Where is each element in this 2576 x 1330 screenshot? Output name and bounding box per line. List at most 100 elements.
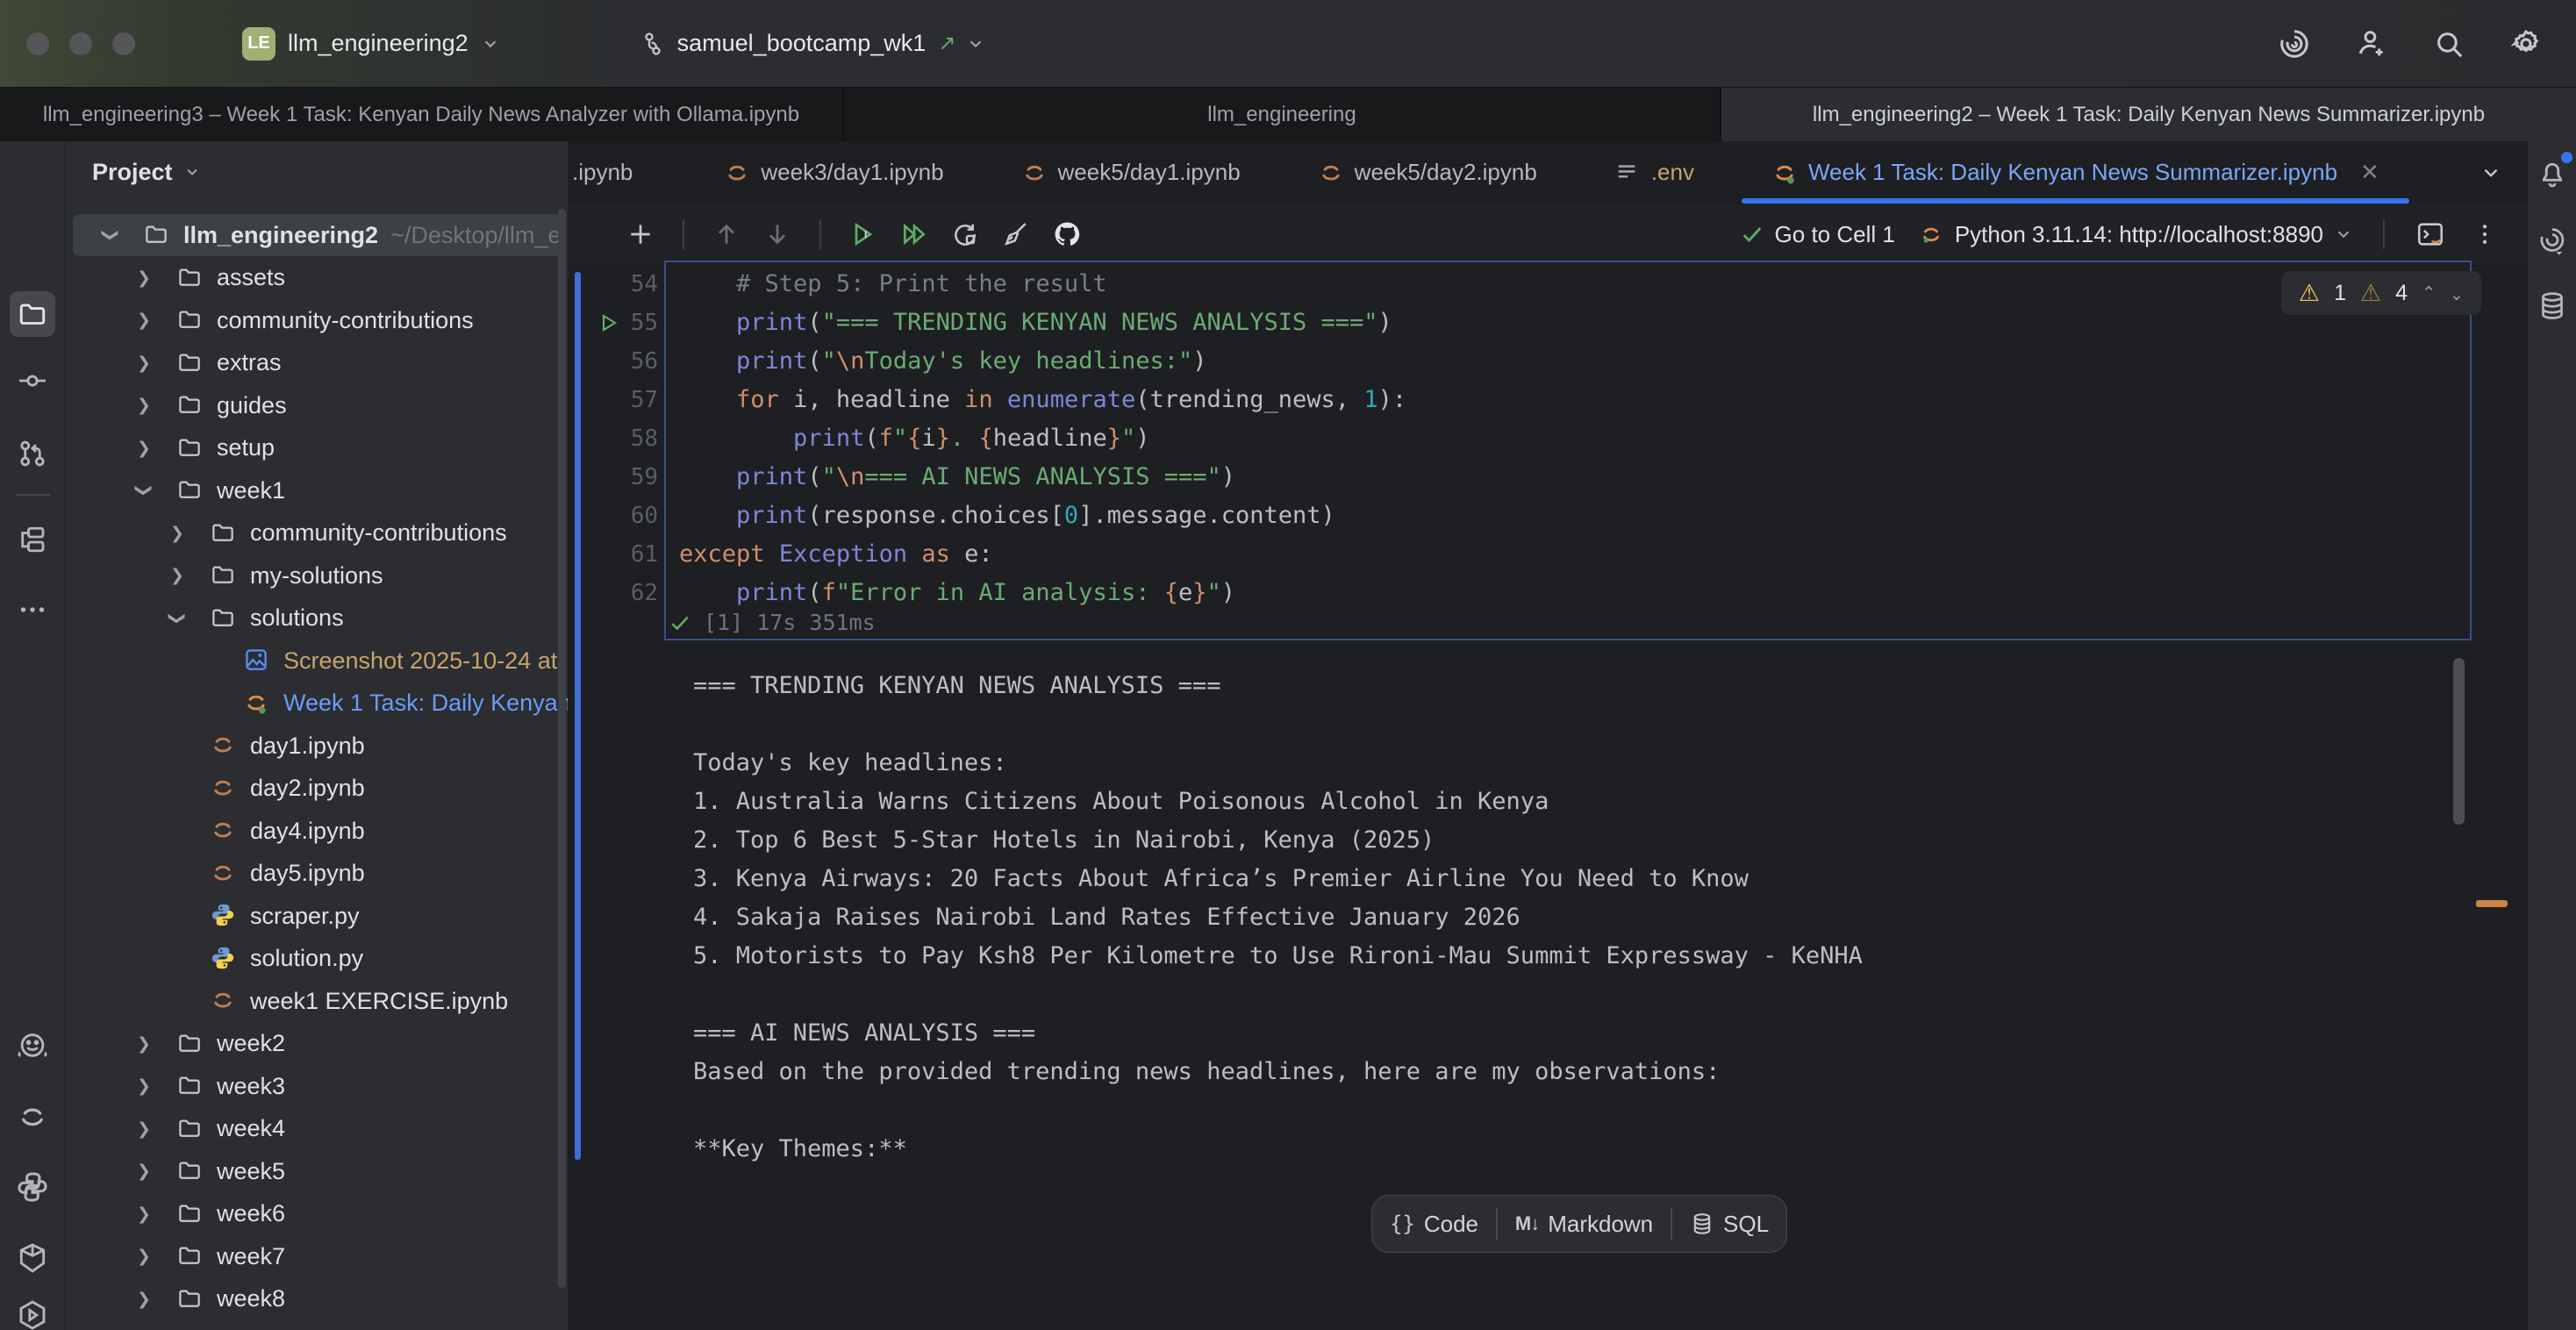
restart-kernel-button[interactable] (949, 218, 981, 250)
tree-item-scraper-py[interactable]: scraper.py (66, 895, 569, 937)
tree-item-extras[interactable]: ❯extras (66, 342, 569, 384)
jupyter-console-button[interactable] (2415, 218, 2446, 250)
huggingface-tool-icon[interactable] (10, 1024, 55, 1069)
chevron-collapsed-icon[interactable]: ❯ (137, 1205, 176, 1224)
add-user-icon[interactable] (2355, 27, 2388, 61)
editor-tab[interactable]: Week 1 Task: Daily Kenyan News Summarize… (1733, 141, 2418, 204)
move-cell-down-button[interactable] (762, 218, 793, 250)
inspections-widget[interactable]: ⚠ 1 ⚠ 4 ⌃ ⌃ (2281, 271, 2481, 315)
search-icon[interactable] (2432, 27, 2465, 61)
project-widget[interactable]: LE llm_engineering2 (242, 27, 500, 61)
database-tool-icon[interactable] (2529, 283, 2575, 329)
add-cell-button[interactable] (625, 218, 656, 250)
chevron-collapsed-icon[interactable]: ❯ (137, 1119, 176, 1139)
code-line[interactable]: print(response.choices[0].message.conten… (679, 497, 1335, 535)
code-line[interactable]: # Step 5: Print the result (679, 265, 1107, 304)
code-line[interactable]: print(f"Error in AI analysis: {e}") (679, 574, 1235, 612)
pull-requests-tool-icon[interactable] (10, 431, 55, 476)
python-packages-tool-icon[interactable] (10, 1235, 55, 1281)
tree-item-week6[interactable]: ❯week6 (66, 1193, 569, 1235)
zoom-window-button[interactable] (112, 32, 135, 55)
tree-item-week-1-task-daily-kenyan-news-summarizer[interactable]: Week 1 Task: Daily Kenyan News Summarize… (66, 683, 569, 725)
tree-item-week4[interactable]: ❯week4 (66, 1108, 569, 1150)
kebab-menu-icon[interactable] (2469, 218, 2501, 250)
code-line[interactable]: for i, headline in enumerate(trending_ne… (679, 381, 1406, 419)
project-tool-icon[interactable] (10, 291, 55, 337)
services-tool-icon[interactable] (10, 1292, 55, 1330)
tree-item-week3[interactable]: ❯week3 (66, 1065, 569, 1107)
tab-list-chevron-icon[interactable] (2479, 161, 2502, 184)
editor-tab[interactable]: week5/day2.ipynb (1279, 141, 1576, 204)
minimize-window-button[interactable] (69, 32, 92, 55)
editor-tab[interactable]: week5/day1.ipynb (983, 141, 1279, 204)
editor-tab[interactable]: week3/day1.ipynb (685, 141, 982, 204)
tree-item-community-contributions[interactable]: ❯community-contributions (66, 299, 569, 341)
markdown-cell-button[interactable]: M↓ Markdown (1510, 1211, 1658, 1238)
tree-item-week8[interactable]: ❯week8 (66, 1278, 569, 1320)
chevron-collapsed-icon[interactable]: ❯ (137, 1290, 176, 1309)
chevron-collapsed-icon[interactable]: ❯ (137, 1247, 176, 1266)
ai-assistant-icon[interactable] (2278, 27, 2311, 61)
tree-item-assets[interactable]: ❯assets (66, 257, 569, 299)
code-line[interactable]: print("\n=== AI NEWS ANALYSIS ===") (679, 458, 1235, 497)
clear-outputs-button[interactable] (1000, 218, 1032, 250)
chevron-collapsed-icon[interactable]: ❯ (137, 311, 176, 330)
tree-item-week1[interactable]: ❯week1 (66, 469, 569, 511)
chevron-collapsed-icon[interactable]: ❯ (170, 524, 210, 543)
ai-chat-tool-icon[interactable] (2529, 218, 2575, 264)
more-tools-icon[interactable] (10, 587, 55, 633)
project-panel-header[interactable]: Project (66, 141, 568, 204)
run-cell-button[interactable] (848, 218, 879, 250)
code-cell-button[interactable]: {} Code (1385, 1211, 1484, 1238)
output-scrollbar[interactable] (2453, 658, 2465, 825)
tree-item-day1-ipynb[interactable]: day1.ipynb (66, 725, 569, 767)
tree-item-community-contributions[interactable]: ❯community-contributions (66, 512, 569, 554)
python-console-tool-icon[interactable] (10, 1164, 55, 1210)
chevron-expanded-icon[interactable]: ❯ (104, 225, 143, 245)
tree-item-week2[interactable]: ❯week2 (66, 1023, 569, 1065)
tree-item-solutions[interactable]: ❯solutions (66, 597, 569, 640)
tree-scrollbar[interactable] (558, 209, 566, 1288)
chevron-collapsed-icon[interactable]: ❯ (137, 1076, 176, 1096)
window-tab-2[interactable]: llm_engineering (844, 88, 1721, 142)
tree-item-week5[interactable]: ❯week5 (66, 1150, 569, 1192)
run-cell-gutter-icon[interactable] (598, 312, 619, 333)
editor-tab[interactable]: .ipynb (569, 141, 685, 204)
go-to-cell-button[interactable]: Go to Cell 1 (1740, 221, 1895, 248)
tree-item-day5-ipynb[interactable]: day5.ipynb (66, 853, 569, 895)
tree-item-day4-ipynb[interactable]: day4.ipynb (66, 810, 569, 852)
chevron-collapsed-icon[interactable]: ❯ (137, 439, 176, 458)
kernel-selector[interactable]: Python 3.11.14: http://localhost:8890 (1918, 221, 2353, 248)
tree-item-guides[interactable]: ❯guides (66, 384, 569, 426)
chevron-collapsed-icon[interactable]: ❯ (170, 566, 210, 585)
code-line[interactable]: print(f"{i}. {headline}") (679, 419, 1150, 458)
chevron-collapsed-icon[interactable]: ❯ (137, 1034, 176, 1054)
tree-item-setup[interactable]: ❯setup (66, 427, 569, 469)
commit-tool-icon[interactable] (10, 358, 55, 404)
previous-warning-icon[interactable]: ⌃ (2422, 283, 2436, 303)
structure-tool-icon[interactable] (10, 517, 55, 562)
code-line[interactable]: print("=== TRENDING KENYAN NEWS ANALYSIS… (679, 304, 1392, 342)
window-tab-3[interactable]: llm_engineering2 – Week 1 Task: Daily Ke… (1721, 88, 2576, 142)
next-warning-icon[interactable]: ⌃ (2450, 283, 2464, 303)
close-tab-icon[interactable]: ✕ (2360, 159, 2379, 186)
tree-item-my-solutions[interactable]: ❯my-solutions (66, 554, 569, 597)
code-line[interactable]: except Exception as e: (679, 535, 993, 574)
close-window-button[interactable] (26, 32, 49, 55)
move-cell-up-button[interactable] (711, 218, 742, 250)
notifications-bell-icon[interactable] (2529, 150, 2575, 196)
tree-item-solution-py[interactable]: solution.py (66, 938, 569, 980)
editor-tab[interactable]: .env (1576, 141, 1733, 204)
tree-item--env[interactable]: .env (66, 1320, 569, 1330)
tree-item-week7[interactable]: ❯week7 (66, 1235, 569, 1277)
github-icon[interactable] (1051, 218, 1083, 250)
chevron-collapsed-icon[interactable]: ❯ (137, 396, 176, 415)
window-tab-1[interactable]: llm_engineering3 – Week 1 Task: Kenyan D… (0, 88, 844, 142)
chevron-collapsed-icon[interactable]: ❯ (137, 1162, 176, 1181)
tree-item-week1-exercise-ipynb[interactable]: week1 EXERCISE.ipynb (66, 980, 569, 1022)
settings-gear-icon[interactable] (2509, 27, 2543, 61)
code-line[interactable]: print("\nToday's key headlines:") (679, 342, 1207, 381)
chevron-collapsed-icon[interactable]: ❯ (137, 268, 176, 288)
tree-item-screenshot-2025-10-24-at[interactable]: Screenshot 2025-10-24 at (66, 640, 569, 682)
tree-item-day2-ipynb[interactable]: day2.ipynb (66, 768, 569, 810)
